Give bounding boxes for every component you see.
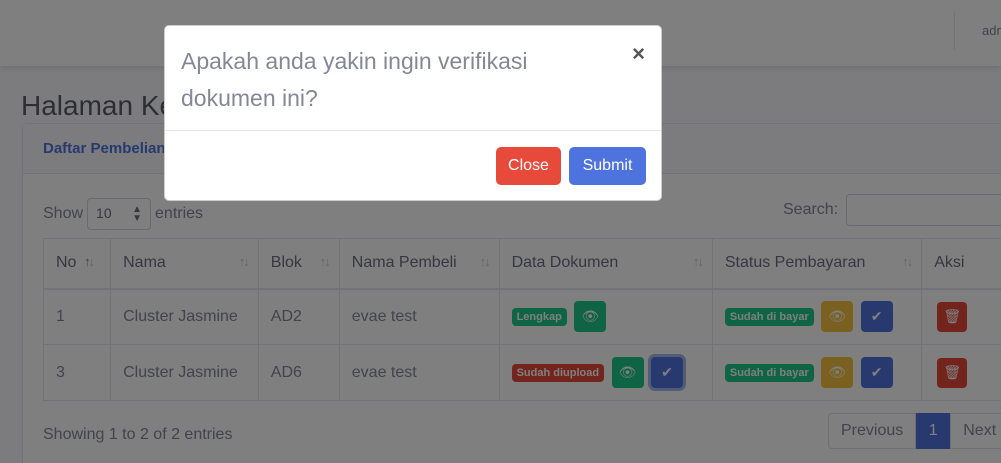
modal-footer: Close Submit [165, 131, 661, 201]
submit-button[interactable]: Submit [569, 147, 646, 185]
confirm-modal: Apakah anda yakin ingin verifikasi dokum… [164, 25, 662, 201]
modal-title: Apakah anda yakin ingin verifikasi dokum… [181, 48, 528, 111]
close-icon[interactable]: × [632, 40, 645, 68]
modal-header: Apakah anda yakin ingin verifikasi dokum… [165, 26, 661, 131]
close-button[interactable]: Close [496, 147, 561, 185]
